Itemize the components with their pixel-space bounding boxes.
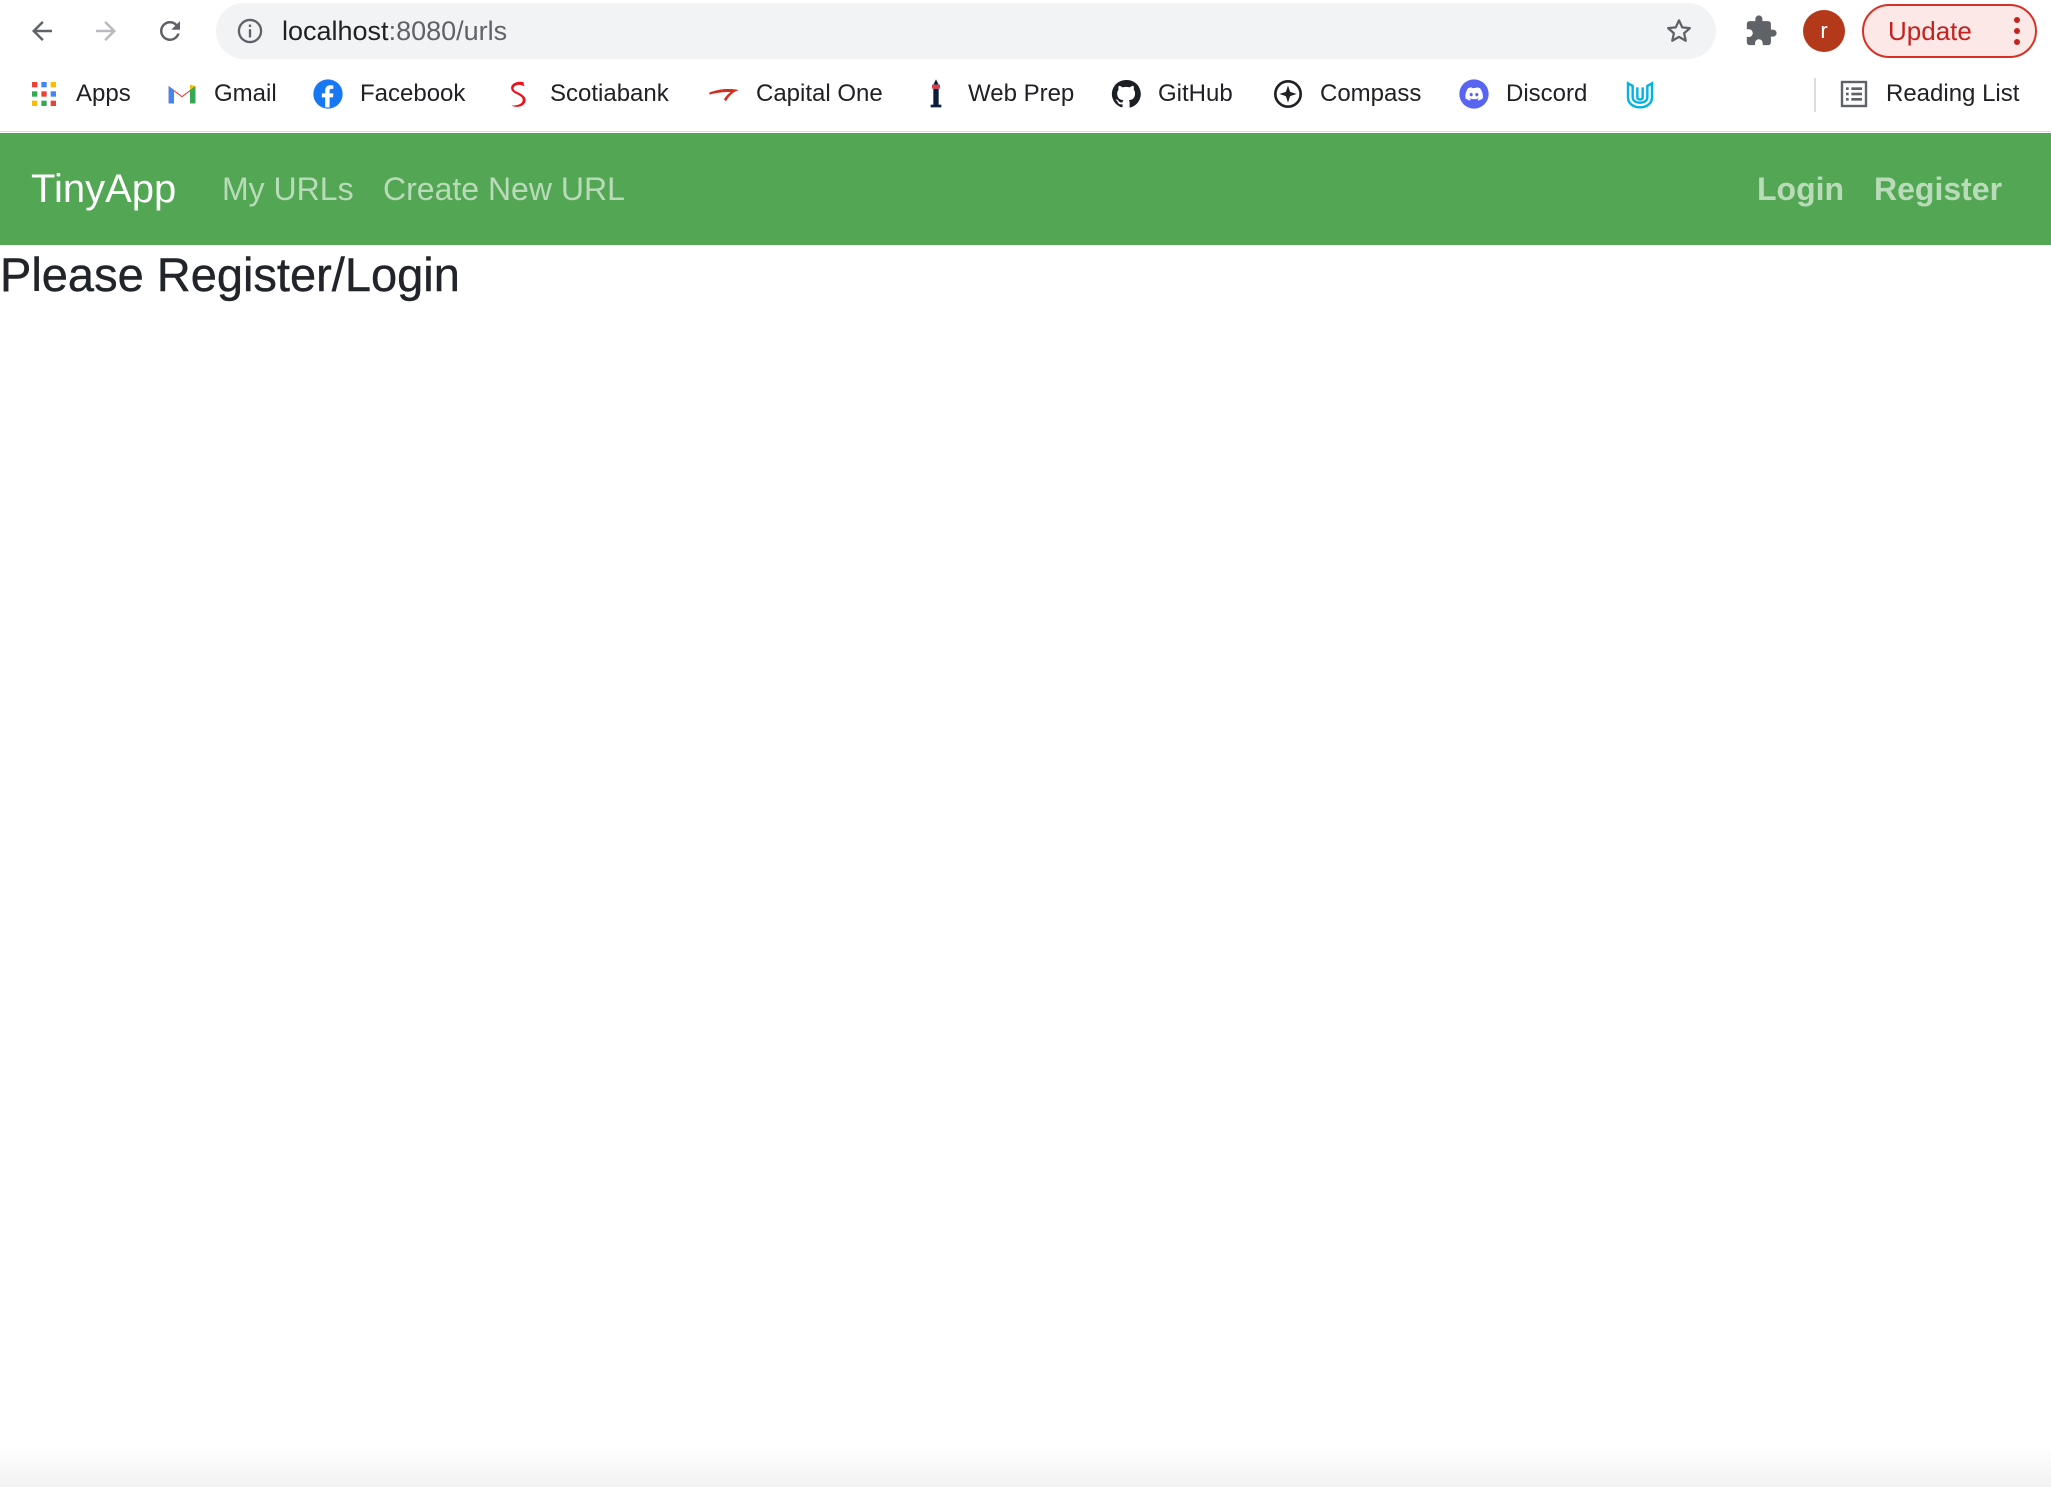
extensions-puzzle-icon[interactable] (1744, 14, 1778, 48)
bookmark-star-icon[interactable] (1664, 16, 1694, 46)
web-prep-icon (920, 78, 952, 110)
browser-chrome: localhost:8080/urls r Update Apps Gmail … (0, 0, 2051, 132)
reload-button[interactable] (150, 11, 190, 51)
profile-avatar[interactable]: r (1803, 10, 1845, 52)
bookmark-label: Scotiabank (550, 80, 669, 107)
app-navbar: TinyApp My URLs Create New URL Login Reg… (0, 133, 2051, 245)
facebook-icon (312, 78, 344, 110)
compass-icon (1272, 78, 1304, 110)
scotiabank-icon (502, 78, 534, 110)
discord-icon (1458, 78, 1490, 110)
bookmark-label: Web Prep (968, 80, 1075, 107)
bookmark-label: Discord (1506, 80, 1588, 107)
reload-icon (159, 20, 180, 41)
nav-link-my-urls[interactable]: My URLs (222, 133, 354, 245)
page-heading: Please Register/Login (0, 248, 460, 301)
site-info-icon[interactable] (236, 17, 264, 45)
capital-one-icon (708, 78, 740, 110)
udacity-icon (1624, 78, 1656, 110)
more-menu-icon (2014, 17, 2020, 45)
bookmark-capital-one[interactable]: Capital One (708, 74, 883, 114)
bookmark-web-prep[interactable]: Web Prep (920, 74, 1074, 114)
bookmark-label: Compass (1320, 80, 1422, 107)
bookmark-label: Capital One (756, 80, 883, 107)
nav-link-register[interactable]: Register (1874, 133, 2002, 245)
bookmark-apps[interactable]: Apps (28, 74, 131, 114)
bookmark-discord[interactable]: Discord (1458, 74, 1587, 114)
update-button-label: Update (1888, 16, 1972, 46)
github-icon (1110, 78, 1142, 110)
bookmark-github[interactable]: GitHub (1110, 74, 1233, 114)
bookmark-udacity[interactable] (1624, 74, 1672, 114)
forward-button[interactable] (86, 11, 126, 51)
back-arrow-icon (32, 21, 52, 41)
browser-update-button[interactable]: Update (1862, 4, 2037, 58)
address-bar-url[interactable]: localhost:8080/urls (282, 3, 507, 59)
app-brand[interactable]: TinyApp (31, 133, 176, 245)
bookmark-label: Apps (76, 80, 131, 107)
nav-link-create-new-url[interactable]: Create New URL (383, 133, 625, 245)
bookmarks-bar: Apps Gmail Facebook Scotiabank Capital O… (0, 70, 2051, 120)
apps-grid-icon (28, 78, 60, 110)
bookmark-label: Gmail (214, 80, 277, 107)
bookmark-label: Facebook (360, 80, 466, 107)
nav-link-login[interactable]: Login (1757, 133, 1844, 245)
url-host: localhost (282, 16, 389, 46)
gmail-icon (166, 78, 198, 110)
back-button[interactable] (22, 11, 62, 51)
forward-arrow-icon (96, 21, 116, 41)
url-path: :8080/urls (388, 16, 508, 46)
window-bottom-edge (0, 1447, 2051, 1487)
reading-list-icon (1838, 78, 1870, 110)
bookmark-label: GitHub (1158, 80, 1233, 107)
reading-list-label: Reading List (1886, 80, 2020, 107)
address-bar[interactable]: localhost:8080/urls (216, 3, 1716, 59)
bookmark-gmail[interactable]: Gmail (166, 74, 277, 114)
reading-list-button[interactable]: Reading List (1838, 74, 2019, 114)
browser-toolbar: localhost:8080/urls r Update (0, 0, 2051, 62)
bookmark-scotiabank[interactable]: Scotiabank (502, 74, 669, 114)
bookmarks-separator (1814, 78, 1816, 112)
bookmark-compass[interactable]: Compass (1272, 74, 1421, 114)
bookmark-facebook[interactable]: Facebook (312, 74, 465, 114)
